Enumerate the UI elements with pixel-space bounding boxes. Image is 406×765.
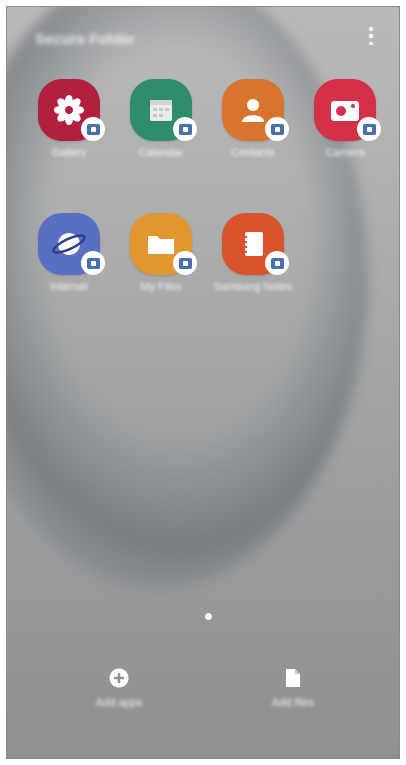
page-indicator [205,613,212,620]
secure-folder-badge-icon [81,117,105,141]
app-samsung-notes[interactable]: Samsung Notes [205,213,292,323]
app-label: Contacts [231,147,275,159]
add-files-label: Add files [271,697,315,709]
folder-title: Secure Folder [35,31,136,48]
secure-folder-badge-icon [265,251,289,275]
secure-folder-badge-icon [265,117,289,141]
phone-screen: Secure Folder Gallery Calendar Contacts … [6,6,400,759]
app-gallery[interactable]: Gallery [21,79,105,189]
secure-folder-badge-icon [173,251,197,275]
app-internet[interactable]: Internet [21,213,105,323]
secure-folder-badge-icon [81,251,105,275]
add-files-button[interactable]: Add files [243,667,343,727]
add-apps-label: Add apps [95,697,143,709]
app-label: Calendar [138,147,184,159]
app-label: Camera [325,147,365,159]
secure-folder-badge-icon [173,117,197,141]
add-icon [108,667,130,689]
app-label: Samsung Notes [213,281,293,293]
app-label: Internet [50,281,88,293]
secure-folder-badge-icon [357,117,381,141]
app-calendar[interactable]: Calendar [113,79,197,189]
app-camera[interactable]: Camera [297,79,381,189]
app-contacts[interactable]: Contacts [205,79,289,189]
add-apps-button[interactable]: Add apps [69,667,169,727]
more-options-icon[interactable] [365,25,377,47]
app-label: Gallery [51,147,87,159]
file-icon [282,667,304,689]
app-my-files[interactable]: My Files [113,213,197,323]
app-label: My Files [140,281,182,293]
